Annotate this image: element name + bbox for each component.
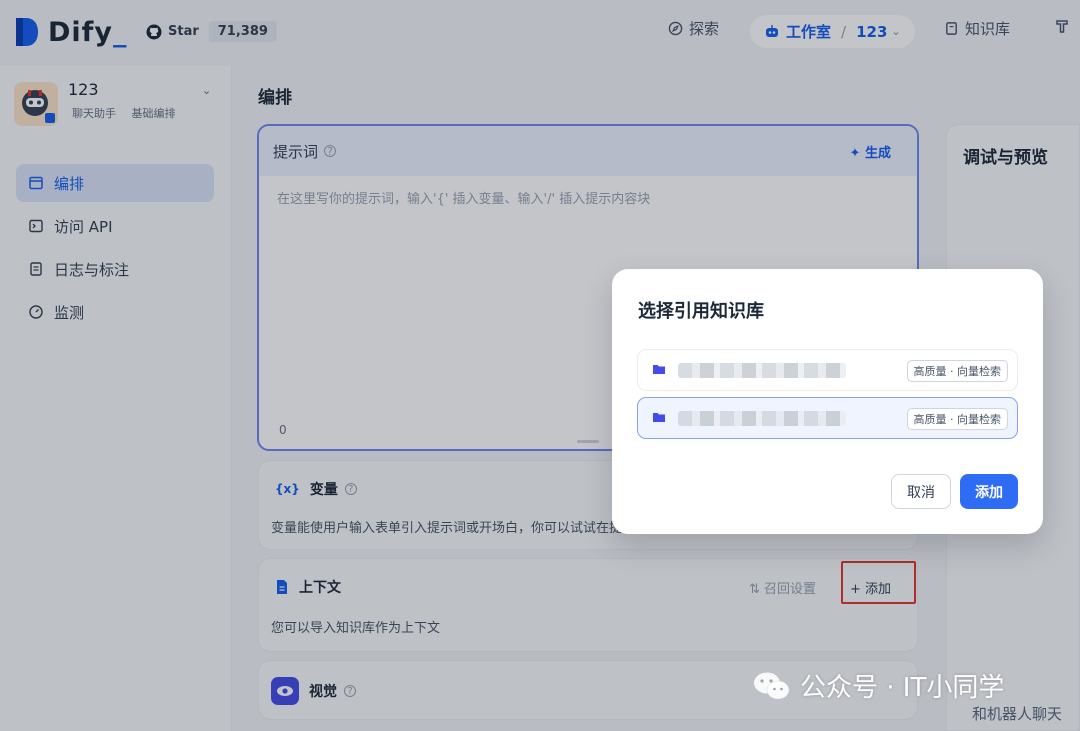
watermark-text: 公众号 · IT小同学 xyxy=(800,673,1005,703)
folder-icon xyxy=(653,365,665,374)
select-knowledge-modal: 选择引用知识库 高质量 · 向量检索 高质量 · 向量检索 取消 添加 xyxy=(612,269,1043,534)
folder-icon xyxy=(653,413,665,422)
wechat-watermark: 公众号 · IT小同学 xyxy=(752,667,1004,704)
add-button[interactable]: 添加 xyxy=(960,474,1018,509)
dataset-name-redacted xyxy=(678,411,846,426)
modal-title: 选择引用知识库 xyxy=(638,301,764,322)
dataset-item-selected[interactable]: 高质量 · 向量检索 xyxy=(637,397,1018,439)
dataset-item[interactable]: 高质量 · 向量检索 xyxy=(637,349,1018,391)
dataset-index-tag: 高质量 · 向量检索 xyxy=(906,360,1008,382)
dataset-name-redacted xyxy=(678,363,846,378)
wechat-icon xyxy=(754,672,790,699)
cancel-button[interactable]: 取消 xyxy=(891,474,951,509)
dataset-index-tag: 高质量 · 向量检索 xyxy=(906,408,1008,430)
chat-with-bot-label: 和机器人聊天 xyxy=(972,705,1063,723)
